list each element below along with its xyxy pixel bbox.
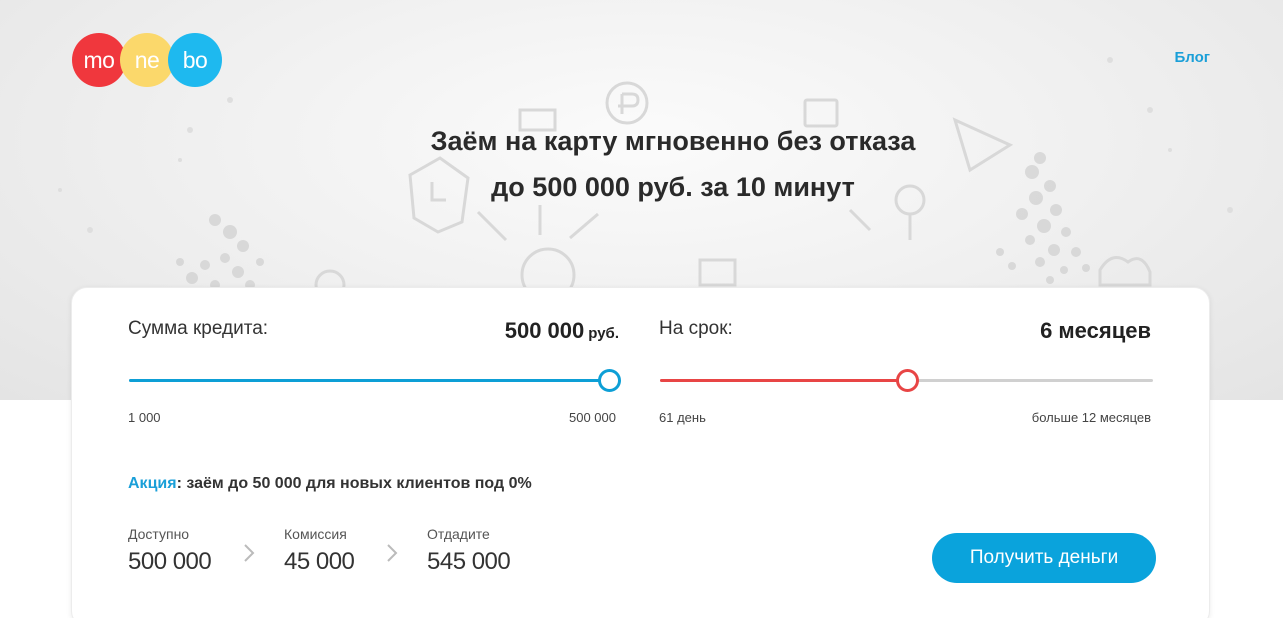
hero-headline: Заём на карту мгновенно без отказа до 50… — [0, 118, 1283, 210]
chevron-right-icon — [387, 544, 398, 562]
headline-line-1: Заём на карту мгновенно без отказа — [430, 126, 916, 156]
amount-slider[interactable] — [129, 369, 621, 392]
amount-label: Сумма кредита: — [128, 318, 269, 339]
logo-syllable-ne: ne — [120, 33, 174, 87]
promo-line: Акция: заём до 50 000 для новых клиентов… — [128, 475, 532, 493]
get-money-button[interactable]: Получить деньги — [932, 533, 1156, 583]
promo-accent: Акция — [128, 475, 177, 492]
promo-text: : заём до 50 000 для новых клиентов под … — [176, 475, 532, 492]
logo-syllable-mo: mo — [72, 33, 126, 87]
commission-value: 45 000 — [284, 548, 355, 575]
term-value: 6 месяцев — [1040, 318, 1151, 343]
term-slider[interactable] — [660, 369, 1153, 392]
repay-label: Отдадите — [427, 526, 490, 542]
available-value: 500 000 — [128, 548, 212, 575]
amount-slider-fill — [129, 379, 609, 382]
logo-syllable-bo: bo — [168, 33, 222, 87]
amount-value: 500 000 руб. — [505, 318, 619, 344]
chevron-right-icon — [244, 544, 255, 562]
amount-min-label: 1 000 — [128, 410, 161, 425]
headline-line-2: до 500 000 руб. за 10 минут — [491, 172, 855, 202]
amount-unit: руб. — [588, 325, 619, 342]
loan-calculator-card: Сумма кредита: 500 000 руб. 1 000 500 000… — [71, 287, 1210, 618]
term-max-label: больше 12 месяцев — [1031, 410, 1151, 425]
blog-link[interactable]: Блог — [1174, 49, 1210, 66]
term-slider-fill — [660, 379, 907, 382]
term-label: На срок: — [659, 318, 733, 339]
repay-value: 545 000 — [427, 548, 511, 575]
amount-slider-handle[interactable] — [598, 369, 621, 392]
summary-repay: Отдадите 545 000 — [427, 526, 511, 576]
term-slider-handle[interactable] — [895, 369, 919, 392]
commission-label: Комиссия — [284, 526, 347, 542]
amount-max-label: 500 000 — [569, 410, 616, 425]
term-min-label: 61 день — [659, 410, 706, 425]
summary-commission: Комиссия 45 000 — [284, 526, 355, 576]
summary-available: Доступно 500 000 — [128, 526, 212, 576]
amount-number: 500 000 — [504, 318, 585, 343]
available-label: Доступно — [128, 526, 190, 542]
monebo-logo[interactable]: mo ne bo — [72, 33, 222, 87]
